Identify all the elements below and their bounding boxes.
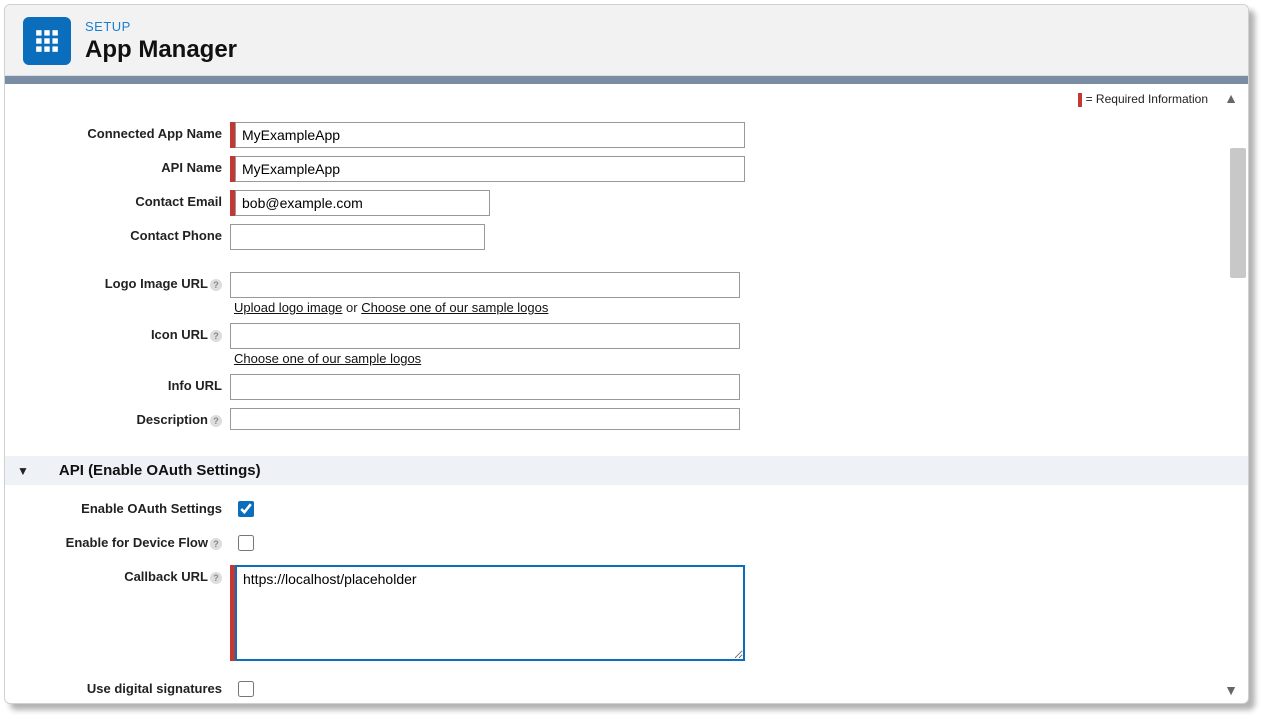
upload-logo-link[interactable]: Upload logo image [234,300,342,315]
logo-helper-links: Upload logo image or Choose one of our s… [230,300,548,315]
required-info-legend: = Required Information [1078,92,1208,107]
choose-sample-logo-link[interactable]: Choose one of our sample logos [361,300,548,315]
logo-url-input[interactable] [230,272,740,298]
use-digital-signatures-checkbox[interactable] [238,681,254,697]
description-input[interactable] [230,408,740,430]
content-panel: = Required Information ▲ Connected App N… [5,84,1248,704]
collapse-up-icon[interactable]: ▲ [1224,90,1238,106]
info-url-input[interactable] [230,374,740,400]
connected-app-name-label: Connected App Name [5,122,230,141]
help-icon[interactable]: ? [210,330,222,342]
description-label: Description? [5,408,230,427]
info-url-label: Info URL [5,374,230,393]
logo-url-label: Logo Image URL? [5,272,230,291]
icon-url-label: Icon URL? [5,323,230,342]
api-name-label: API Name [5,156,230,175]
enable-device-flow-label: Enable for Device Flow? [5,531,230,550]
basic-info-section: Connected App Name API Name [5,120,1248,432]
enable-oauth-checkbox[interactable] [238,501,254,517]
api-name-input[interactable] [235,156,745,182]
oauth-section-header: ▼ API (Enable OAuth Settings) [5,456,1248,485]
connected-app-name-input[interactable] [235,122,745,148]
help-icon[interactable]: ? [210,572,222,584]
contact-email-input[interactable] [235,190,490,216]
icon-url-input[interactable] [230,323,740,349]
help-icon[interactable]: ? [210,415,222,427]
divider-pattern [5,76,1248,84]
use-digital-signatures-label: Use digital signatures [5,677,230,696]
page-title: App Manager [85,36,237,64]
enable-oauth-label: Enable OAuth Settings [5,497,230,516]
contact-phone-label: Contact Phone [5,224,230,243]
choose-sample-icon-link[interactable]: Choose one of our sample logos [234,351,421,366]
app-window: SETUP App Manager = Required Information… [4,4,1249,704]
section-toggle-icon[interactable]: ▼ [17,464,29,478]
page-header: SETUP App Manager [5,5,1248,76]
contact-email-label: Contact Email [5,190,230,209]
breadcrumb-setup: SETUP [85,19,237,34]
help-icon[interactable]: ? [210,279,222,291]
callback-url-input[interactable]: https://localhost/placeholder [235,565,745,661]
app-launcher-icon [23,17,71,65]
enable-device-flow-checkbox[interactable] [238,535,254,551]
oauth-section-title: API (Enable OAuth Settings) [59,462,261,479]
help-icon[interactable]: ? [210,538,222,550]
scrollbar-thumb[interactable] [1230,148,1246,278]
callback-url-label: Callback URL? [5,565,230,584]
collapse-down-icon[interactable]: ▼ [1224,682,1238,698]
required-mark-icon [1078,93,1082,107]
contact-phone-input[interactable] [230,224,485,250]
